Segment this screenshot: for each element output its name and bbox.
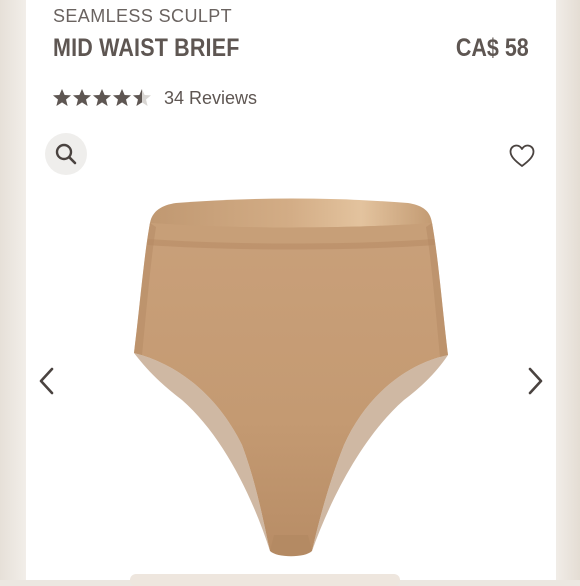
search-icon — [55, 143, 77, 165]
left-edge — [0, 0, 26, 580]
size-selector-edge[interactable] — [130, 574, 400, 586]
brief-garment-image — [134, 198, 448, 557]
heart-icon — [509, 144, 535, 167]
chevron-left-icon — [39, 367, 54, 395]
product-price: CA$ 58 — [456, 34, 529, 62]
chevron-right-icon — [528, 367, 543, 395]
right-edge — [554, 0, 580, 580]
product-image[interactable] — [102, 195, 478, 565]
stars-filled-icon — [53, 89, 142, 106]
product-card: SEAMLESS SCULPT MID WAIST BRIEF CA$ 58 3… — [26, 0, 556, 580]
next-image-button[interactable] — [524, 366, 546, 396]
star-rating — [52, 88, 152, 108]
previous-image-button[interactable] — [36, 366, 58, 396]
favorite-button[interactable] — [508, 142, 536, 170]
search-button[interactable] — [45, 133, 87, 175]
reviews-link[interactable]: 34 Reviews — [164, 88, 257, 109]
collection-name: SEAMLESS SCULPT — [53, 6, 233, 26]
product-title: MID WAIST BRIEF — [53, 34, 240, 62]
rating-row[interactable]: 34 Reviews — [52, 86, 257, 110]
